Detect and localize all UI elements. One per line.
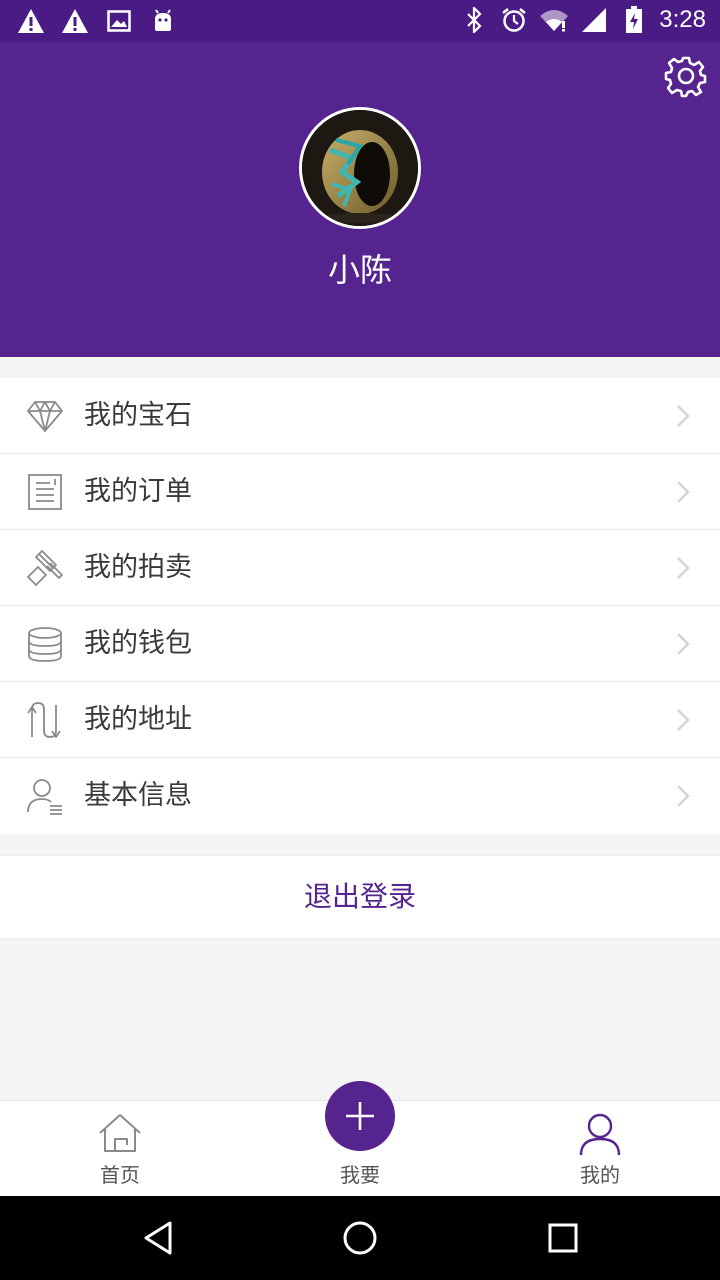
android-icon	[148, 6, 178, 36]
logout-label: 退出登录	[303, 880, 416, 913]
chevron-right-icon	[676, 556, 690, 580]
profile-menu: 我的宝石 我的订单 我的拍卖 我的钱包 我的地址 基本信息	[0, 378, 720, 834]
menu-item-label: 我的宝石	[84, 400, 192, 431]
tab-label: 首页	[100, 1163, 140, 1187]
menu-item-basic-info[interactable]: 基本信息	[0, 758, 720, 834]
menu-item-label: 我的钱包	[84, 628, 192, 659]
warning-icon	[16, 6, 46, 36]
recents-icon[interactable]	[543, 1218, 583, 1258]
wifi-icon	[539, 5, 569, 35]
menu-item-orders[interactable]: 我的订单	[0, 454, 720, 530]
profile-header: 小陈	[0, 42, 720, 357]
logout-button[interactable]: 退出登录	[0, 855, 720, 939]
alarm-icon	[499, 5, 529, 35]
status-bar: 3:28	[0, 0, 720, 42]
menu-item-auctions[interactable]: 我的拍卖	[0, 530, 720, 606]
bottom-tab-bar: 首页 我要 我的	[0, 1081, 720, 1197]
image-icon	[104, 6, 134, 36]
tab-label: 我要	[340, 1163, 380, 1187]
user-icon	[577, 1111, 623, 1157]
gear-icon[interactable]	[664, 54, 708, 98]
chevron-right-icon	[676, 480, 690, 504]
coins-icon	[26, 625, 64, 663]
avatar[interactable]	[299, 107, 421, 229]
signal-icon	[579, 5, 609, 35]
tab-want[interactable]: 我要	[240, 1081, 480, 1197]
menu-item-label: 我的拍卖	[84, 552, 192, 583]
route-icon	[26, 701, 64, 739]
system-nav-bar	[0, 1196, 720, 1280]
home-icon	[97, 1111, 143, 1157]
document-icon	[26, 473, 64, 511]
menu-item-gems[interactable]: 我的宝石	[0, 378, 720, 454]
chevron-right-icon	[676, 404, 690, 428]
home-circle-icon[interactable]	[340, 1218, 380, 1258]
chevron-right-icon	[676, 632, 690, 656]
back-icon[interactable]	[140, 1218, 180, 1258]
bluetooth-icon	[459, 5, 489, 35]
battery-charging-icon	[619, 5, 649, 35]
diamond-icon	[26, 397, 64, 435]
status-time: 3:28	[659, 6, 706, 33]
menu-item-label: 我的地址	[84, 704, 192, 735]
chevron-right-icon	[676, 708, 690, 732]
username: 小陈	[327, 251, 392, 289]
menu-item-address[interactable]: 我的地址	[0, 682, 720, 758]
user-info-icon	[26, 777, 64, 815]
gavel-icon	[26, 549, 64, 587]
chevron-right-icon	[676, 784, 690, 808]
menu-item-label: 基本信息	[84, 780, 192, 811]
menu-item-wallet[interactable]: 我的钱包	[0, 606, 720, 682]
tab-label: 我的	[580, 1163, 620, 1187]
tab-mine[interactable]: 我的	[480, 1101, 720, 1197]
warning-icon	[60, 6, 90, 36]
tab-home[interactable]: 首页	[0, 1101, 240, 1197]
plus-icon[interactable]	[325, 1081, 395, 1151]
menu-item-label: 我的订单	[84, 476, 192, 507]
